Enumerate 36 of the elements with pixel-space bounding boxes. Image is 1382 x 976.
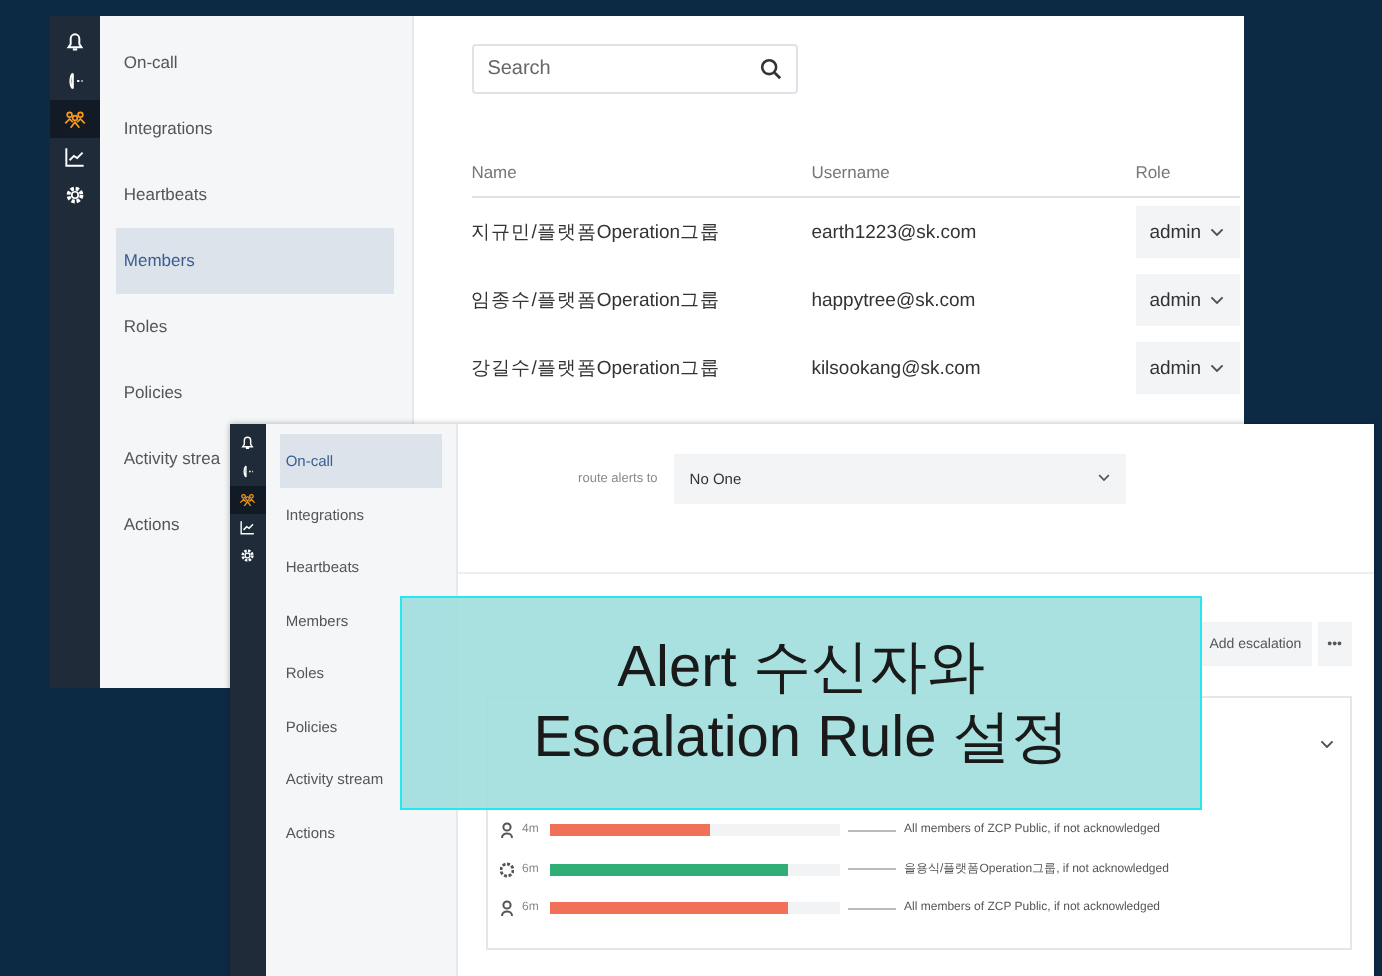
menu-item[interactable]: Actions — [115, 491, 188, 558]
role-dropdown[interactable]: admin — [1135, 274, 1240, 326]
line-chart-icon[interactable] — [238, 517, 258, 537]
caption-line: Alert 수신자와 — [617, 633, 985, 703]
people-icon[interactable] — [61, 106, 88, 133]
settings-icon[interactable] — [61, 181, 88, 208]
menu-item[interactable]: Members — [115, 227, 395, 294]
role-dropdown[interactable]: admin — [1135, 342, 1240, 394]
column-header: Role — [1135, 162, 1173, 182]
menu-item[interactable]: Integrations — [115, 95, 221, 162]
settings-icon[interactable] — [238, 545, 258, 564]
chevron-down-icon — [1320, 739, 1334, 748]
menu-item[interactable]: Roles — [115, 293, 176, 360]
member-email: happytree@sk.com — [811, 289, 978, 311]
search-field[interactable]: Search — [471, 44, 798, 94]
column-header: Username — [811, 162, 892, 182]
bell-icon[interactable] — [238, 434, 258, 454]
menu-item[interactable]: On-call — [115, 29, 186, 96]
caption-line: Escalation Rule 설정 — [533, 703, 1069, 773]
people-icon[interactable] — [238, 489, 258, 509]
line-chart-icon[interactable] — [61, 144, 88, 170]
chevron-down-icon — [1209, 363, 1224, 373]
member-email: earth1223@sk.com — [811, 221, 979, 243]
member-name: 강길수/플랫폼Operation그룹 — [471, 355, 723, 381]
chevron-down-icon — [1097, 474, 1110, 482]
member-name: 지규민/플랫폼Operation그룹 — [471, 219, 723, 245]
member-name: 임종수/플랫폼Operation그룹 — [471, 287, 723, 313]
chevron-down-icon — [1209, 295, 1224, 305]
menu-item[interactable]: Policies — [115, 359, 191, 426]
role-dropdown[interactable]: admin — [1135, 206, 1240, 258]
column-header: Name — [471, 162, 519, 182]
menu-item[interactable]: Activity strea — [115, 425, 229, 492]
member-email: kilsookang@sk.com — [811, 357, 983, 379]
menu-item[interactable]: Heartbeats — [115, 161, 215, 228]
chevron-down-icon — [1209, 227, 1224, 237]
search-icon — [759, 58, 782, 80]
